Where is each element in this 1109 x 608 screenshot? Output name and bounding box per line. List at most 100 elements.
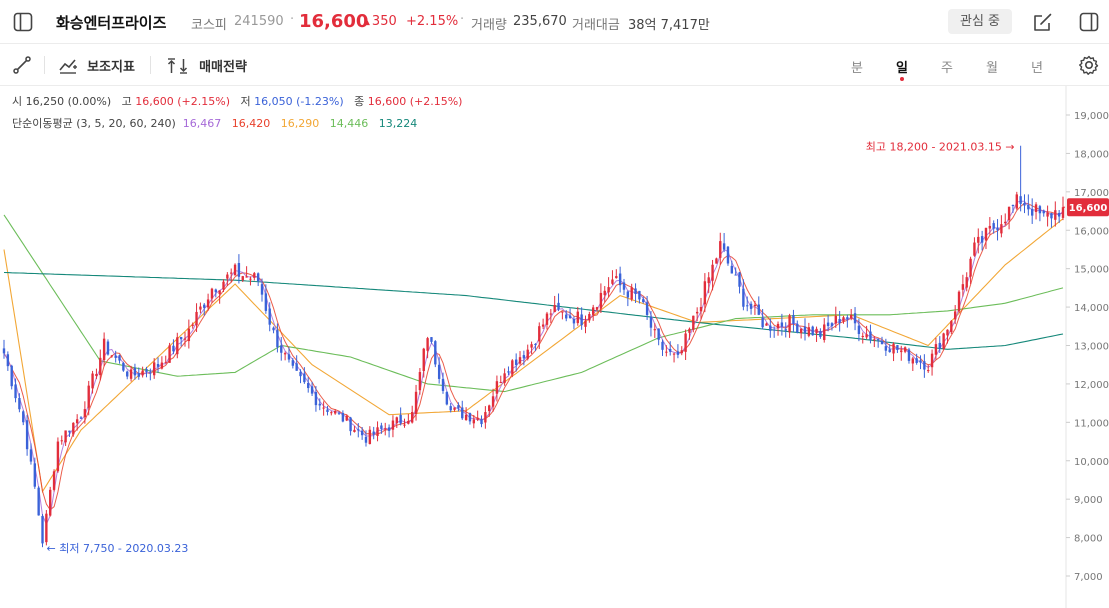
- period-tab-month[interactable]: 월: [982, 57, 1002, 76]
- candle-body: [1011, 204, 1015, 206]
- candle-body: [56, 441, 60, 472]
- candle-body: [149, 372, 152, 374]
- candle-body: [422, 348, 425, 371]
- candle-body: [626, 291, 630, 298]
- strategy-button[interactable]: 매매전략: [166, 55, 247, 75]
- candle-body: [25, 420, 29, 450]
- candle-body: [1046, 212, 1049, 217]
- candle-body: [407, 421, 410, 424]
- candle-body: [430, 337, 433, 342]
- candle-body: [29, 449, 33, 462]
- drawing-tool-icon[interactable]: [12, 55, 32, 75]
- indicators-button[interactable]: 보조지표: [58, 55, 135, 75]
- candle-body: [753, 305, 757, 307]
- candle-body: [418, 372, 422, 391]
- candle-body: [403, 424, 406, 426]
- candle-body: [699, 306, 703, 312]
- candle-body: [1027, 205, 1030, 210]
- candle-body: [653, 329, 656, 331]
- candle-body: [95, 373, 98, 376]
- candle-body: [657, 328, 660, 340]
- y-tick-label: 12,000: [1074, 380, 1109, 391]
- candle-body: [87, 385, 90, 408]
- candle-body: [364, 436, 368, 443]
- candle-body: [341, 412, 345, 422]
- candle-body: [206, 299, 210, 308]
- candle-body: [665, 351, 668, 353]
- strategy-label: 매매전략: [199, 60, 247, 75]
- candle-body: [37, 487, 40, 516]
- candle-body: [707, 277, 710, 284]
- candle-body: [307, 383, 310, 389]
- candle-body: [772, 329, 776, 331]
- candle-body: [842, 317, 845, 322]
- candle-body: [360, 430, 364, 436]
- candle-body: [245, 276, 248, 278]
- candle-body: [99, 357, 102, 376]
- candle-body: [384, 428, 387, 430]
- candle-body: [603, 290, 606, 296]
- candle-body: [60, 440, 63, 442]
- y-tick-label: 15,000: [1074, 265, 1109, 276]
- candle-body: [199, 306, 202, 310]
- candle-body: [722, 243, 726, 250]
- candle-body: [680, 350, 683, 354]
- side-panel-icon[interactable]: [1078, 11, 1100, 33]
- candle-body: [746, 305, 749, 307]
- candle-body: [1034, 204, 1038, 212]
- candle-body: [380, 425, 383, 429]
- sidebar-toggle-icon[interactable]: [12, 11, 34, 33]
- candle-body: [310, 386, 314, 394]
- candle-body: [969, 258, 972, 277]
- price-chart[interactable]: 19,000 18,000 17,000 16,000 15,000 14,000 13,0…: [0, 86, 1109, 608]
- candle-body: [630, 287, 633, 300]
- candle-body: [434, 341, 437, 365]
- candle-body: [607, 287, 610, 293]
- candle-body: [283, 353, 287, 355]
- candle-body: [387, 427, 391, 431]
- candle-body: [565, 314, 568, 319]
- candle-body: [91, 373, 94, 389]
- candle-body: [588, 314, 591, 321]
- candle-body: [734, 274, 737, 276]
- candle-body: [1030, 208, 1034, 216]
- settings-gear-icon[interactable]: [1078, 54, 1100, 76]
- candle-body: [514, 359, 518, 365]
- watchlist-button[interactable]: 관심 중: [948, 9, 1012, 34]
- candle-body: [10, 365, 13, 387]
- candle-body: [322, 407, 325, 409]
- candle-body: [18, 397, 21, 410]
- period-tab-day[interactable]: 일: [892, 57, 912, 81]
- candle-body: [264, 293, 268, 311]
- edit-icon[interactable]: [1032, 11, 1054, 33]
- candle-body: [299, 371, 302, 377]
- candle-body: [214, 289, 217, 293]
- period-tab-week[interactable]: 주: [937, 57, 957, 76]
- candle-body: [260, 284, 264, 295]
- candle-body: [553, 305, 556, 313]
- candle-body: [888, 349, 891, 353]
- candle-body: [757, 304, 760, 315]
- candle-body: [376, 427, 379, 436]
- candle-body: [880, 341, 884, 345]
- candle-body: [996, 227, 999, 231]
- period-tab-year[interactable]: 년: [1027, 57, 1047, 76]
- candle-body: [280, 345, 283, 353]
- period-tab-minute[interactable]: 분: [847, 57, 867, 76]
- candle-body: [399, 414, 402, 424]
- candle-body: [973, 242, 976, 256]
- candle-body: [942, 333, 945, 349]
- candle-body: [649, 316, 653, 328]
- ma240-line: [3, 271, 1064, 350]
- candle-body: [464, 414, 468, 421]
- candle-body: [561, 311, 564, 313]
- candle-body: [826, 322, 830, 327]
- candle-body: [326, 409, 329, 412]
- candle-body: [549, 313, 553, 315]
- candle-body: [241, 276, 244, 281]
- price-change-pct: +2.15%: [406, 14, 459, 29]
- candle-body: [461, 407, 464, 419]
- candle-body: [815, 328, 818, 334]
- candle-body: [368, 429, 372, 444]
- candle-body: [907, 349, 911, 361]
